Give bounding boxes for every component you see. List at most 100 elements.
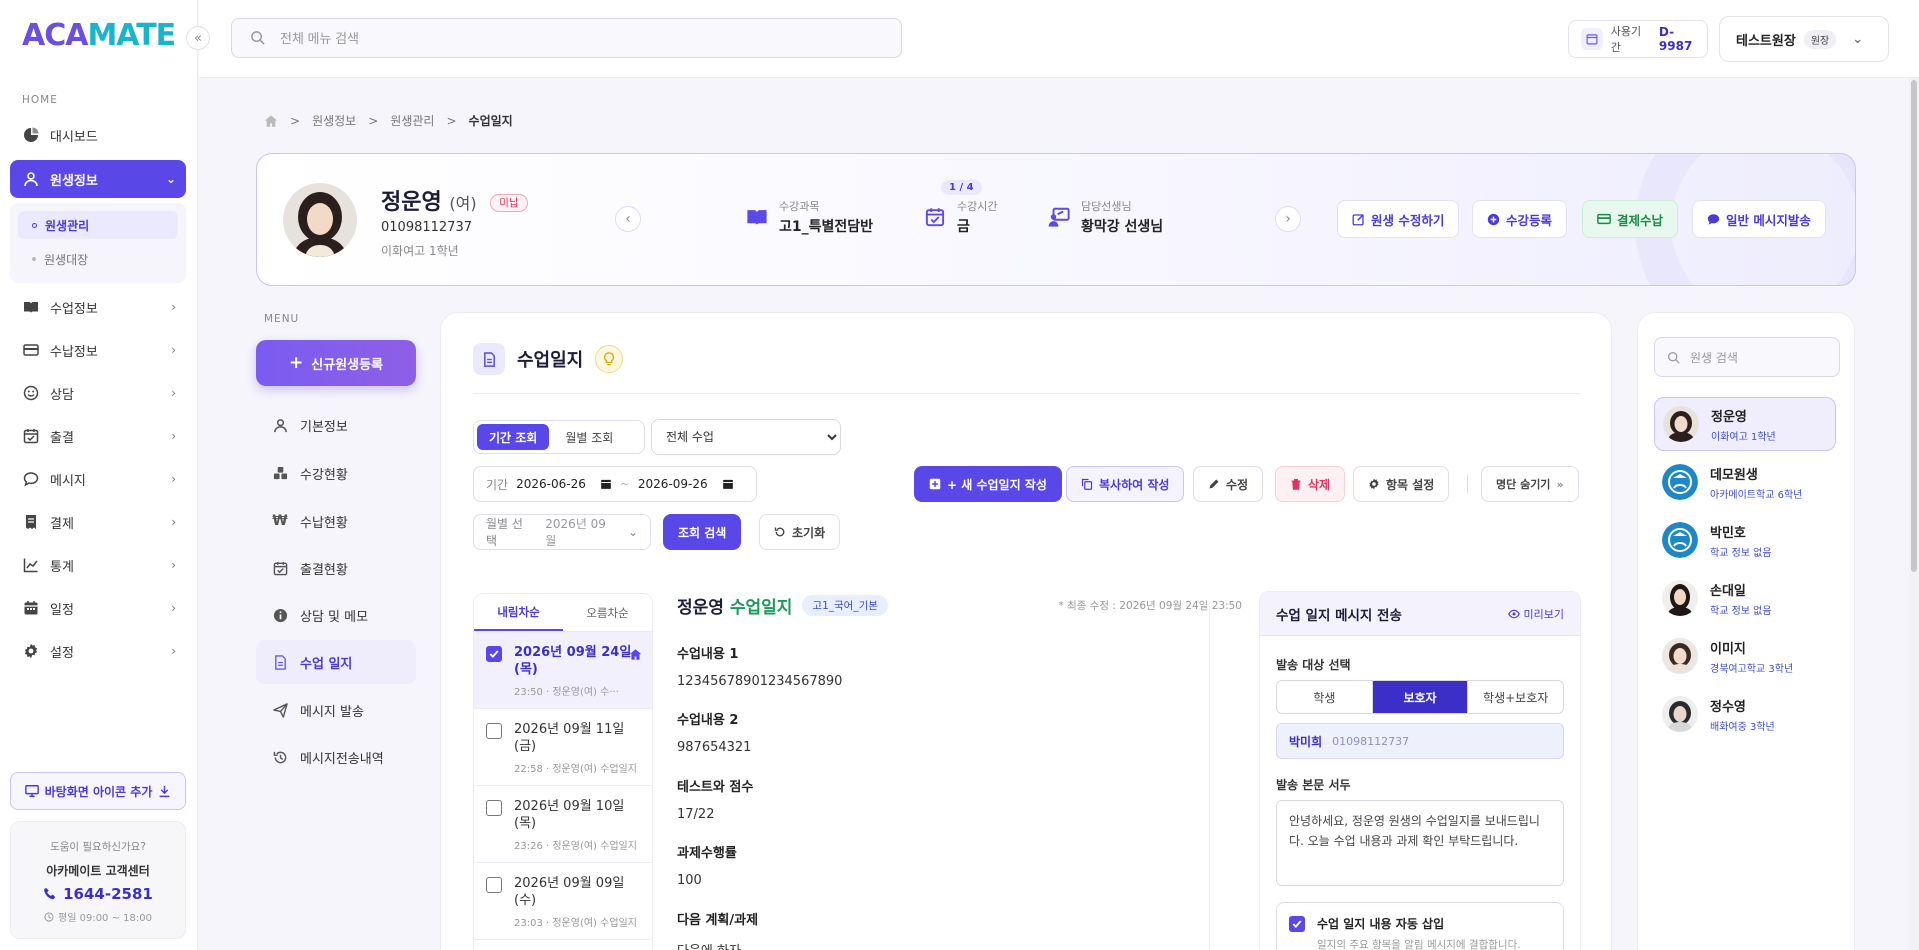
- auto-insert-option[interactable]: 수업 일지 내용 자동 삽입 일지의 주요 항목을 알림 메시지에 결합합니다.: [1276, 902, 1564, 950]
- home-icon[interactable]: [264, 114, 278, 128]
- checkbox[interactable]: [486, 723, 502, 739]
- roster-name: 데모원생: [1710, 467, 1758, 483]
- plus-square-icon: [929, 478, 941, 490]
- class-filter-select[interactable]: 전체 수업: [651, 419, 841, 455]
- sidebar-item-billing[interactable]: 결제 ›: [10, 503, 186, 541]
- chevron-right-icon: ›: [171, 386, 176, 400]
- menu-item-payments[interactable]: ₩ 수납현황: [256, 499, 416, 543]
- field-value: 100: [677, 873, 702, 888]
- payment-label: 결제수납: [1617, 212, 1664, 228]
- menu-item-counsel-memo[interactable]: 상담 및 메모: [256, 593, 416, 637]
- list-item[interactable]: 2026년 09월 24일 (목) 23:50 · 정운영(여) 수···: [474, 632, 652, 709]
- menu-item-label: 메시지 발송: [300, 704, 364, 720]
- roster-item[interactable]: 정수영 배화여중 3학년: [1654, 687, 1836, 741]
- month-select[interactable]: 월별 선택 2026년 09월 ⌄: [473, 514, 651, 550]
- checkbox-checked[interactable]: [486, 646, 502, 662]
- user-menu[interactable]: 테스트원장 원장 ⌄: [1719, 16, 1889, 62]
- recipient-phone: 01098112737: [1332, 734, 1410, 748]
- sort-asc-tab[interactable]: 오름차순: [563, 594, 652, 631]
- payment-button[interactable]: 결제수납: [1582, 200, 1679, 238]
- sidebar-item-attendance[interactable]: 출결 ›: [10, 417, 186, 455]
- double-chevron-right-icon: »: [1556, 477, 1564, 491]
- menu-item-attendance[interactable]: 출결현황: [256, 546, 416, 590]
- breadcrumb-item[interactable]: 원생관리: [390, 112, 434, 129]
- date-to-input[interactable]: 2026-09-26: [638, 477, 734, 491]
- sort-desc-tab[interactable]: 내림차순: [474, 594, 563, 631]
- preview-button[interactable]: 미리보기: [1507, 606, 1564, 622]
- menu-item-enrollment[interactable]: 수강현황: [256, 451, 416, 495]
- student-search-input[interactable]: 원생 검색: [1654, 337, 1840, 377]
- intro-textarea[interactable]: 안녕하세요, 정운영 원생의 수업일지를 보내드립니다. 오늘 수업 내용과 과…: [1276, 800, 1564, 886]
- list-item-date: 2026년 09월 24일 (목): [514, 645, 632, 677]
- roster-item[interactable]: 정운영 이화여고 1학년: [1654, 397, 1836, 451]
- global-menu-search-input[interactable]: [231, 18, 902, 58]
- sidebar-item-student-info[interactable]: 원생정보 ⌄: [10, 160, 186, 198]
- target-both-option[interactable]: 학생+보호자: [1468, 681, 1563, 713]
- target-student-option[interactable]: 학생: [1277, 681, 1373, 713]
- help-phone[interactable]: 1644-2581: [11, 885, 185, 903]
- next-student-button[interactable]: ›: [1275, 206, 1301, 232]
- search-query-button[interactable]: 조회 검색: [663, 514, 742, 550]
- sidebar-item-message[interactable]: 메시지 ›: [10, 460, 186, 498]
- help-hours: 평일 09:00 ~ 18:00: [11, 909, 185, 924]
- hide-roster-button[interactable]: 명단 숨기기 »: [1481, 466, 1579, 502]
- copy-class-log-button[interactable]: 복사하여 작성: [1066, 466, 1185, 502]
- menu-item-message-history[interactable]: 메시지전송내역: [256, 735, 416, 779]
- new-class-log-button[interactable]: + 새 수업일지 작성: [914, 466, 1062, 502]
- sidebar-item-payment-info[interactable]: 수납정보 ›: [10, 331, 186, 369]
- period-query-tab[interactable]: 기간 조회: [477, 424, 550, 450]
- subnav-item-student-register[interactable]: 원생대장: [18, 245, 178, 273]
- menu-item-label: 출결현황: [300, 562, 348, 578]
- roster-item[interactable]: 박민호 학교 정보 없음: [1654, 513, 1836, 567]
- edit-student-button[interactable]: 원생 수정하기: [1337, 200, 1460, 238]
- menu-item-send-message[interactable]: 메시지 발송: [256, 688, 416, 732]
- sidebar-item-counsel[interactable]: 상담 ›: [10, 374, 186, 412]
- sidebar-item-dashboard[interactable]: 대시보드: [10, 116, 186, 154]
- item-settings-button[interactable]: 항목 설정: [1353, 466, 1450, 502]
- boxes-icon: [272, 465, 288, 481]
- checkbox[interactable]: [486, 877, 502, 893]
- teacher-icon: [1047, 205, 1071, 229]
- won-icon: ₩: [272, 513, 288, 529]
- roster-item[interactable]: 손대일 학교 정보 없음: [1654, 571, 1836, 625]
- send-message-button[interactable]: 일반 메시지발송: [1692, 200, 1826, 238]
- sidebar-item-schedule[interactable]: 일정 ›: [10, 589, 186, 627]
- sidebar-item-class-info[interactable]: 수업정보 ›: [10, 288, 186, 326]
- page-scrollbar[interactable]: [1909, 78, 1919, 950]
- edit-button[interactable]: 수정: [1193, 466, 1264, 502]
- class-count-badge: 1 / 4: [941, 180, 982, 195]
- hide-roster-label: 명단 숨기기: [1496, 478, 1551, 491]
- breadcrumb-item[interactable]: 원생정보: [312, 112, 356, 129]
- list-item[interactable]: 2026년 09월 10일 (목) 23:26 · 정운영(여) 수업일지: [474, 786, 652, 863]
- list-item[interactable]: 2026년 09월 11일 (금) 22:58 · 정운영(여) 수업일지: [474, 709, 652, 786]
- teacher-value: 황막강 선생님: [1081, 219, 1164, 235]
- recipient-chip: 박미희 01098112737: [1276, 723, 1564, 759]
- monthly-query-tab[interactable]: 월별 조회: [553, 424, 625, 450]
- app-logo[interactable]: ACAMATE: [22, 18, 176, 53]
- target-guardian-option[interactable]: 보호자: [1372, 681, 1469, 713]
- user-name: 테스트원장: [1736, 33, 1796, 49]
- date-from-input[interactable]: 2026-06-26: [516, 477, 612, 491]
- collapse-sidebar-button[interactable]: «: [186, 26, 210, 50]
- menu-item-basic-info[interactable]: 기본정보: [256, 403, 416, 447]
- new-student-button[interactable]: + 신규원생등록: [256, 340, 416, 386]
- checkbox[interactable]: [486, 800, 502, 816]
- prev-student-button[interactable]: ‹: [615, 206, 641, 232]
- checkbox-checked[interactable]: [1289, 916, 1305, 932]
- sidebar-item-settings[interactable]: 설정 ›: [10, 632, 186, 670]
- list-item[interactable]: 2026년 09월 09일 (수) 23:03 · 정운영(여) 수업일지: [474, 863, 652, 940]
- sidebar-item-stats[interactable]: 통계 ›: [10, 546, 186, 584]
- usage-period[interactable]: 사용기간 D-9987: [1568, 20, 1708, 58]
- subnav-item-student-manage[interactable]: 원생관리: [18, 211, 178, 239]
- enroll-button[interactable]: 수강등록: [1472, 200, 1568, 238]
- lightbulb-icon[interactable]: [595, 345, 624, 373]
- pie-chart-icon: [23, 127, 39, 143]
- help-phone-number: 1644-2581: [63, 885, 153, 903]
- roster-item[interactable]: 이미지 경북여고학교 3학년: [1654, 629, 1836, 683]
- add-desktop-icon-button[interactable]: 바탕화면 아이콘 추가: [10, 772, 186, 810]
- delete-button[interactable]: 삭제: [1275, 466, 1346, 502]
- reset-button[interactable]: 초기화: [759, 514, 841, 550]
- roster-item[interactable]: 데모원생 아카메이트학교 6학년: [1654, 455, 1836, 509]
- scrollbar-thumb[interactable]: [1911, 80, 1917, 572]
- menu-item-class-log[interactable]: 수업 일지: [256, 640, 416, 684]
